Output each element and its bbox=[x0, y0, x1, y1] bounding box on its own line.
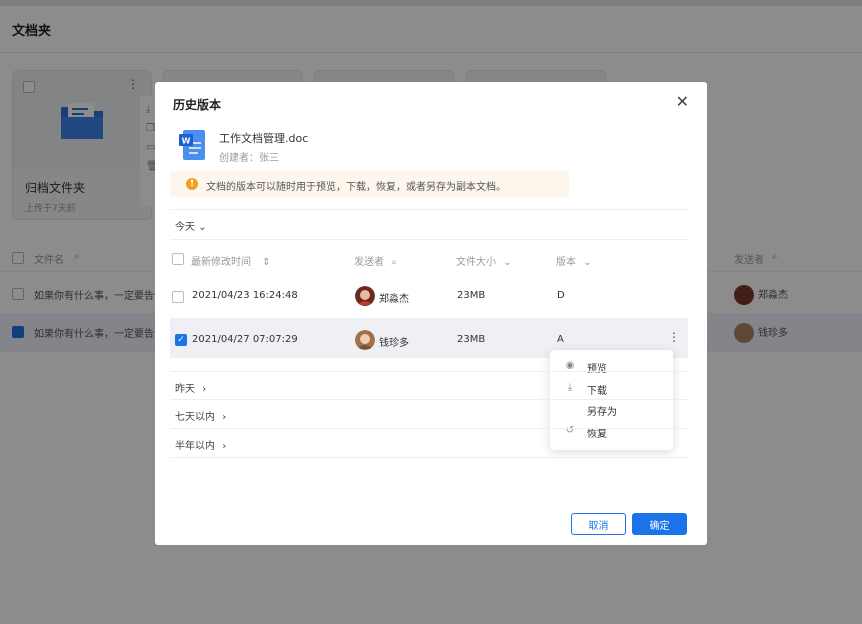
chevron-right-icon: › bbox=[202, 384, 207, 395]
info-notice: ! 文档的版本可以随时用于预览，下载，恢复，或者另存为副本文档。 bbox=[170, 171, 569, 197]
notice-text: 文档的版本可以随时用于预览，下载，恢复，或者另存为副本文档。 bbox=[206, 182, 506, 193]
row-sender: 郑淼杰 bbox=[379, 294, 409, 305]
chevron-down-icon[interactable]: ⌄ bbox=[583, 257, 591, 268]
column-file-size[interactable]: 文件大小 ⌄ bbox=[456, 253, 512, 268]
svg-text:W: W bbox=[182, 137, 191, 146]
row-checkbox[interactable] bbox=[172, 291, 184, 303]
avatar bbox=[355, 286, 375, 306]
row-version: A bbox=[557, 334, 564, 345]
column-sender: 发送者 ⌕ bbox=[354, 257, 397, 268]
row-version: D bbox=[557, 290, 565, 301]
column-version[interactable]: 版本 ⌄ bbox=[556, 253, 592, 268]
row-size: 23MB bbox=[457, 334, 486, 345]
search-icon[interactable]: ⌕ bbox=[391, 257, 397, 268]
close-icon[interactable]: ✕ bbox=[676, 92, 689, 111]
file-creator: 创建者：张三 bbox=[219, 153, 279, 164]
group-within-seven-days[interactable]: 七天以内 › bbox=[170, 400, 688, 429]
row-time: 2021/04/23 16:24:48 bbox=[192, 290, 298, 301]
select-all-checkbox[interactable] bbox=[172, 253, 184, 265]
chevron-right-icon: › bbox=[222, 412, 227, 423]
row-size: 23MB bbox=[457, 290, 486, 301]
file-info: W 工作文档管理.doc 创建者：张三 bbox=[179, 128, 579, 164]
group-today[interactable]: 今天 ⌄ bbox=[170, 209, 688, 240]
dialog-title: 历史版本 bbox=[173, 98, 222, 112]
warning-icon: ! bbox=[186, 178, 198, 190]
confirm-button[interactable]: 确定 bbox=[632, 513, 687, 535]
column-modified-time[interactable]: 最新修改时间 ⇕ bbox=[191, 253, 271, 268]
word-doc-icon: W bbox=[179, 130, 205, 160]
row-sender: 钱珍多 bbox=[379, 338, 409, 349]
group-yesterday[interactable]: 昨天 › bbox=[170, 371, 688, 400]
sort-icon[interactable]: ⇕ bbox=[262, 257, 270, 268]
more-icon[interactable]: ⋮ bbox=[668, 330, 680, 344]
cancel-button[interactable]: 取消 bbox=[571, 513, 626, 535]
row-checkbox[interactable]: ✓ bbox=[175, 334, 187, 346]
version-table-header: 最新修改时间 ⇕ 发送者 ⌕ 文件大小 ⌄ 版本 ⌄ bbox=[170, 244, 688, 274]
group-within-half-year[interactable]: 半年以内 › bbox=[170, 429, 688, 458]
chevron-down-icon: ⌄ bbox=[198, 222, 207, 233]
chevron-right-icon: › bbox=[222, 441, 227, 452]
table-row[interactable]: 2021/04/23 16:24:48 郑淼杰 23MB D bbox=[170, 277, 688, 317]
avatar bbox=[355, 330, 375, 350]
file-name: 工作文档管理.doc bbox=[219, 132, 309, 145]
group-label: 今天 ⌄ bbox=[175, 222, 207, 233]
chevron-down-icon[interactable]: ⌄ bbox=[503, 257, 511, 268]
history-version-dialog: 历史版本 ✕ W 工作文档管理.doc 创建者：张三 ! 文档的版本可以随时用于… bbox=[155, 82, 707, 545]
row-time: 2021/04/27 07:07:29 bbox=[192, 334, 298, 345]
